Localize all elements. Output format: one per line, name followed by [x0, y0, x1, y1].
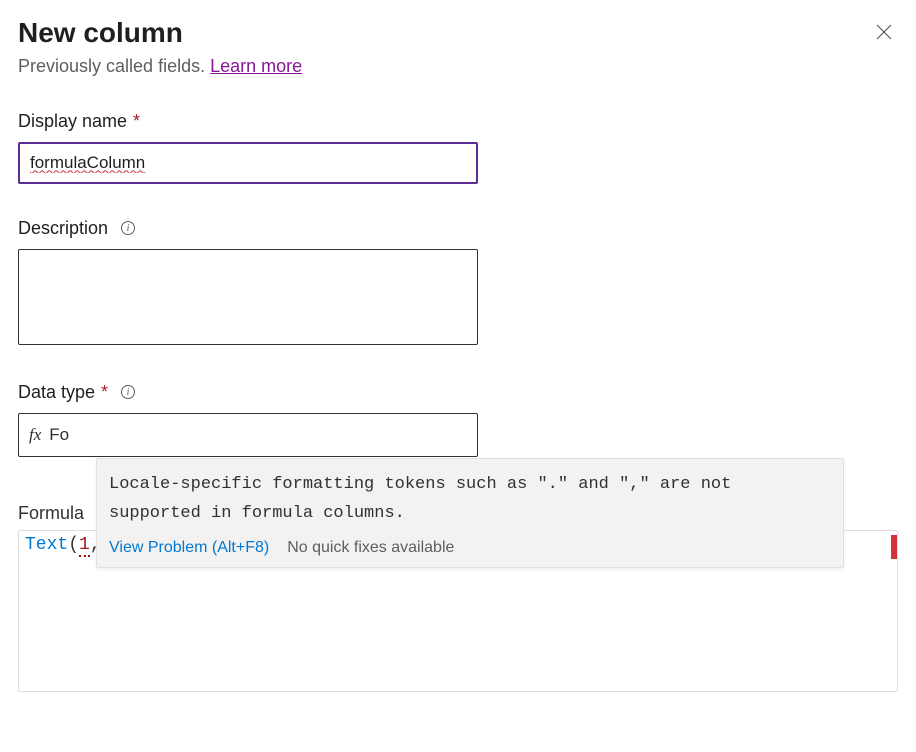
- data-type-value: Fo: [49, 425, 69, 445]
- svg-text:i: i: [127, 223, 130, 234]
- fx-icon: fx: [29, 425, 41, 445]
- required-indicator: *: [133, 111, 140, 132]
- panel-subtitle: Previously called fields. Learn more: [18, 56, 898, 77]
- data-type-label: Data type * i: [18, 382, 898, 403]
- required-indicator: *: [101, 382, 108, 403]
- view-problem-link[interactable]: View Problem (Alt+F8): [109, 539, 269, 557]
- display-name-input[interactable]: [18, 142, 478, 184]
- info-icon[interactable]: i: [120, 384, 136, 400]
- description-input[interactable]: [18, 249, 478, 345]
- display-name-label: Display name *: [18, 111, 898, 132]
- error-message: Locale-specific formatting tokens such a…: [109, 471, 829, 529]
- error-indicator[interactable]: [891, 535, 897, 559]
- svg-text:i: i: [127, 387, 130, 398]
- description-label: Description i: [18, 218, 898, 239]
- panel-title: New column: [18, 16, 183, 50]
- error-tooltip: Locale-specific formatting tokens such a…: [96, 458, 844, 568]
- close-icon[interactable]: [874, 22, 894, 42]
- data-type-select[interactable]: fx Fo: [18, 413, 478, 457]
- info-icon[interactable]: i: [120, 220, 136, 236]
- no-fixes-text: No quick fixes available: [287, 539, 454, 557]
- learn-more-link[interactable]: Learn more: [210, 56, 302, 76]
